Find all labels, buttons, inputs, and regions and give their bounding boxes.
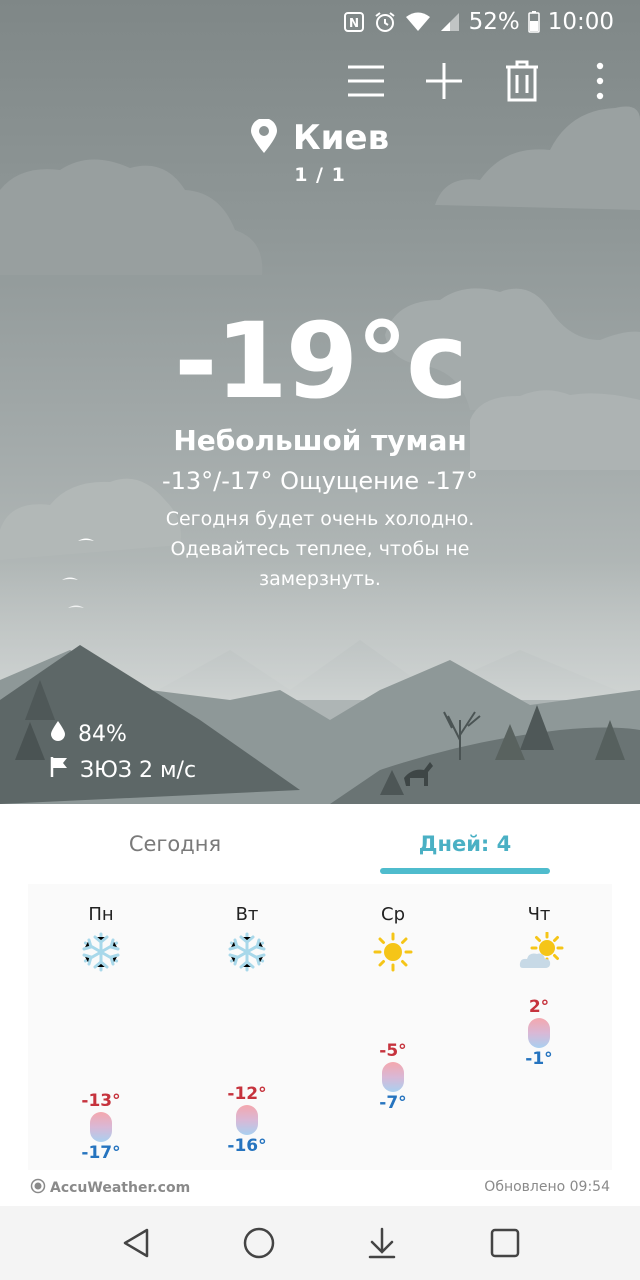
day-name: Чт	[527, 904, 551, 925]
flag-icon	[50, 756, 68, 784]
low-temp: -17°	[81, 1143, 121, 1163]
wifi-icon	[405, 11, 431, 33]
signal-icon	[439, 11, 461, 33]
tab-today[interactable]: Сегодня	[60, 832, 290, 856]
navigation-bar	[0, 1206, 640, 1280]
battery-icon	[527, 11, 540, 33]
temp-range: -13° -17°	[28, 1091, 174, 1163]
updated-time: Обновлено 09:54	[484, 1179, 610, 1195]
high-temp: -5°	[379, 1041, 407, 1061]
delete-icon[interactable]	[499, 58, 545, 104]
back-icon[interactable]	[112, 1219, 160, 1267]
forecast-day[interactable]: Чт 2° -1°	[466, 884, 612, 1170]
weather-hero: N 52% 10:00 Киев 1 / 1 -19°c Небольшой т…	[0, 0, 640, 804]
day-name: Ср	[381, 904, 405, 925]
toolbar	[0, 58, 640, 104]
more-vert-icon[interactable]	[577, 58, 623, 104]
wind-value: ЗЮЗ 2 м/с	[80, 757, 197, 783]
forecast-day[interactable]: Вт -12° -16°	[174, 884, 320, 1170]
svg-text:N: N	[349, 16, 359, 30]
add-icon[interactable]	[421, 58, 467, 104]
humidity-row: 84%	[50, 720, 127, 748]
tab-active-indicator	[380, 868, 550, 874]
low-temp: -16°	[227, 1136, 267, 1156]
day-name: Вт	[235, 904, 259, 925]
high-temp: -13°	[81, 1091, 121, 1111]
temp-indicator	[236, 1105, 258, 1135]
partly-cloudy-icon	[519, 931, 564, 972]
temp-range: -5° -7°	[320, 1041, 466, 1113]
temp-indicator	[528, 1018, 550, 1048]
accuweather-logo-icon	[30, 1178, 46, 1198]
status-bar: N 52% 10:00	[0, 0, 640, 44]
city-name: Киев	[292, 118, 390, 158]
location-pin-icon	[250, 118, 277, 157]
humidity-value: 84%	[78, 721, 127, 747]
tab-days[interactable]: Дней: 4	[380, 832, 550, 856]
notification-pulldown-icon[interactable]	[358, 1219, 406, 1267]
temp-range: 2° -1°	[466, 997, 612, 1069]
low-temp: -7°	[379, 1093, 407, 1113]
weather-condition: Небольшой туман	[173, 424, 467, 457]
accuweather-text: AccuWeather.com	[50, 1180, 191, 1196]
snowflake-icon	[81, 932, 121, 972]
snowflake-icon	[227, 932, 267, 972]
accuweather-link[interactable]: AccuWeather.com	[30, 1178, 190, 1198]
high-temp: -12°	[227, 1084, 267, 1104]
forecast-panel: Пн -13° -17° Вт -12° -16° Ср -5° -7° Чт …	[28, 884, 612, 1170]
home-icon[interactable]	[235, 1219, 283, 1267]
forecast-footer: AccuWeather.com Обновлено 09:54	[0, 1178, 640, 1200]
high-temp: 2°	[528, 997, 550, 1017]
temp-indicator	[382, 1062, 404, 1092]
day-name: Пн	[88, 904, 114, 925]
current-temperature: -19°c	[174, 300, 468, 422]
low-temp: -1°	[525, 1049, 553, 1069]
forecast-day[interactable]: Ср -5° -7°	[320, 884, 466, 1170]
temp-range: -12° -16°	[174, 1084, 320, 1156]
alarm-icon	[373, 10, 397, 34]
location-header[interactable]: Киев 1 / 1	[0, 118, 640, 186]
forecast-tabs: Сегодня Дней: 4	[0, 804, 640, 878]
nfc-icon: N	[343, 11, 365, 33]
location-page-indicator: 1 / 1	[294, 164, 346, 186]
weather-advice: Сегодня будет очень холодно. Одевайтесь …	[165, 508, 475, 590]
forecast-day[interactable]: Пн -13° -17°	[28, 884, 174, 1170]
drop-icon	[50, 720, 66, 748]
temp-indicator	[90, 1112, 112, 1142]
wind-row: ЗЮЗ 2 м/с	[50, 756, 196, 784]
sun-icon	[373, 932, 413, 972]
battery-percent: 52%	[468, 9, 520, 35]
temperature-range-feel: -13°/-17° Ощущение -17°	[161, 467, 479, 495]
recent-apps-icon[interactable]	[481, 1219, 529, 1267]
list-icon[interactable]	[343, 58, 389, 104]
status-time: 10:00	[547, 9, 614, 35]
